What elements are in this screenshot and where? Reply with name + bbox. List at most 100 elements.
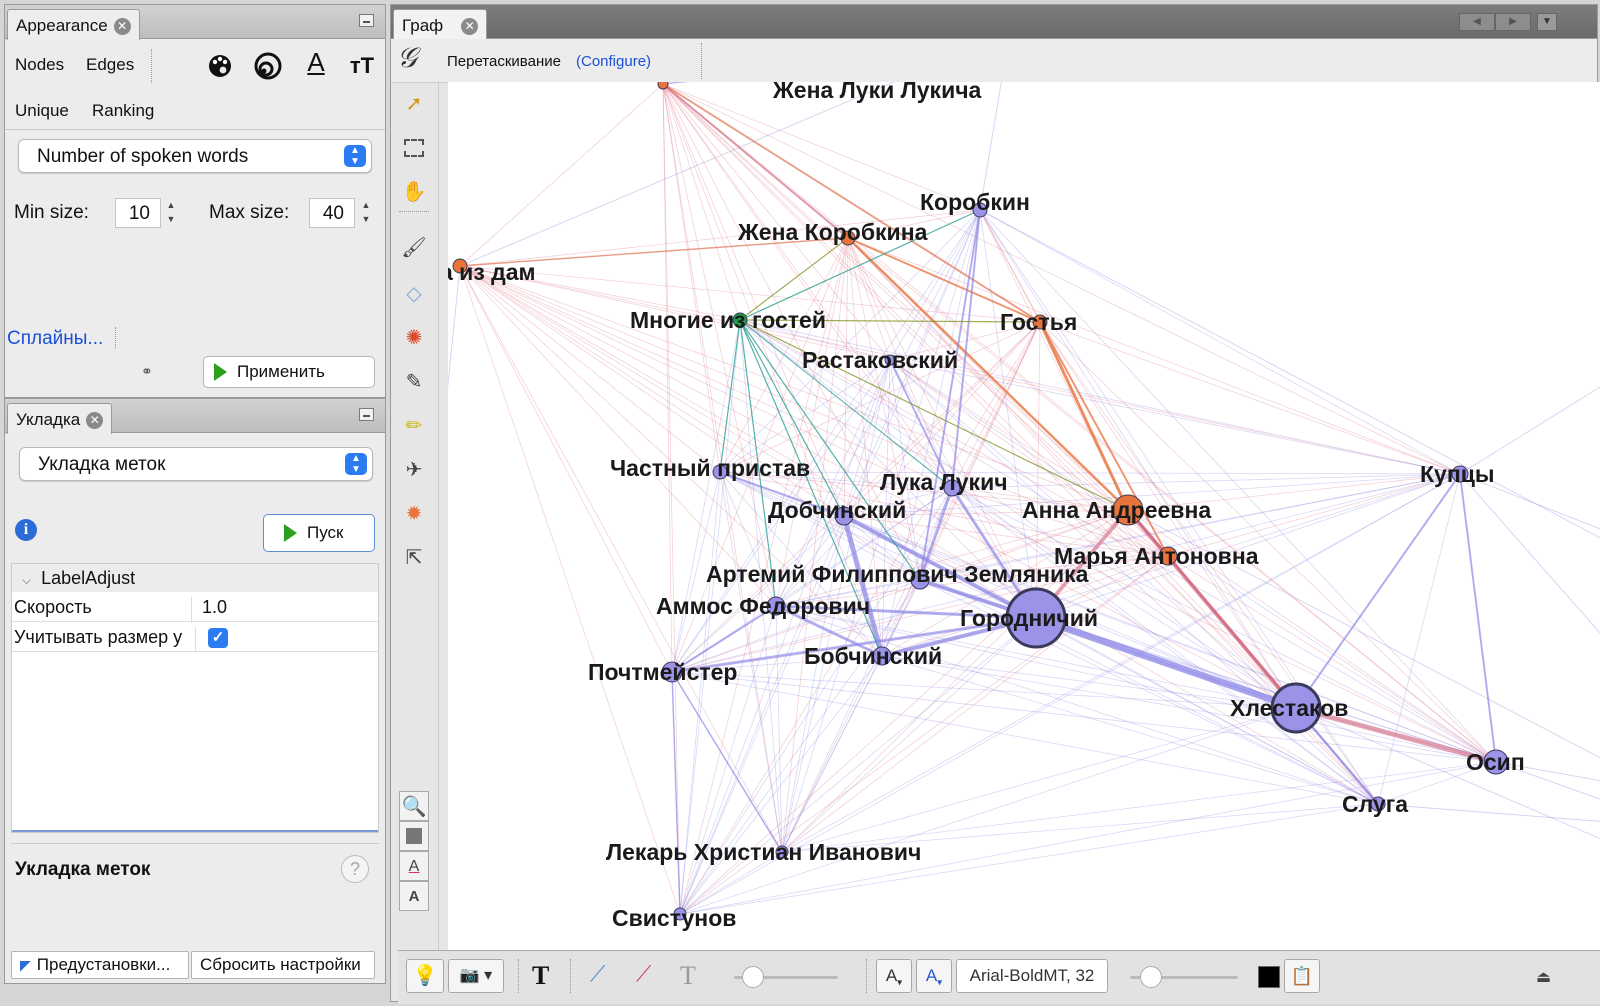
tool-name: Перетаскивание [447, 53, 561, 70]
chain-icon[interactable]: ⚭ [141, 363, 153, 380]
subtab-edges[interactable]: Edges [86, 55, 134, 75]
font-select[interactable]: Arial-BoldMT, 32 [956, 959, 1108, 993]
scroll-left-button[interactable]: ◀ [1459, 13, 1495, 31]
presets-button[interactable]: ◤ Предустановки... [11, 951, 189, 979]
graph-toolbar: 𝒢 Перетаскивание (Configure) [391, 39, 1597, 83]
graph-bottom-toolbar: 💡 📷 ▾ T ⟋ ⟋ T A▾ A▾ Arial-BoldMT, 32 📋 ⏏ [398, 950, 1600, 1004]
chevron-updown-icon: ▲ ▼ [344, 145, 366, 167]
graph-edge [1295, 707, 1600, 840]
label-scale-slider[interactable] [1130, 966, 1238, 988]
layout-algorithm-value: Укладка меток [38, 454, 166, 475]
hand-drag-icon[interactable]: ✋ [399, 177, 429, 207]
slider-thumb[interactable] [1140, 966, 1162, 988]
background-color-icon[interactable] [399, 821, 429, 851]
ruler-pencil-icon[interactable]: ✏ [399, 411, 429, 441]
font-size-icon[interactable]: A▾ [876, 959, 912, 993]
size-icon[interactable] [253, 51, 283, 81]
screenshot-icon[interactable]: 📷 ▾ [448, 959, 504, 993]
node-label: Хлестаков [1230, 695, 1348, 721]
splines-link[interactable]: Сплайны... [7, 328, 103, 350]
adjust-size-checkbox[interactable]: ✓ [208, 628, 228, 648]
label-color-swatch[interactable] [1258, 966, 1280, 988]
lightbulb-icon[interactable]: 💡 [406, 959, 444, 993]
tab-layout[interactable]: Укладка ✕ [7, 403, 113, 434]
graph-edge [662, 83, 1461, 475]
min-size-label: Min size: [14, 202, 89, 223]
graph-canvas[interactable]: Жена Луки Лукича а из дам Жена Коробкина Ко… [448, 82, 1600, 950]
graph-node[interactable] [657, 82, 669, 90]
pencil-icon[interactable]: ✎ [399, 367, 429, 397]
node-label: Купцы [1420, 461, 1495, 487]
properties-section: ⌵ LabelAdjust Скорость 1.0 Учитывать разм… [11, 563, 379, 833]
graph-edge [448, 265, 461, 389]
node-label: Артемий Филиппович Земляника [706, 561, 1089, 587]
close-icon[interactable]: ✕ [86, 412, 104, 429]
min-size-stepper[interactable]: ▲ ▼ [164, 198, 178, 228]
slider-thumb[interactable] [742, 966, 764, 988]
layout-algorithm-select[interactable]: Укладка меток ▲ ▼ [19, 447, 373, 481]
node-label: Жена Коробкина [737, 219, 928, 245]
play-icon [214, 363, 227, 381]
edge-scale-slider[interactable] [734, 966, 838, 988]
attribute-select[interactable]: Number of spoken words ▲ ▼ [18, 139, 372, 173]
apply-button[interactable]: Применить [203, 356, 375, 388]
speed-input[interactable]: 1.0 [202, 597, 227, 618]
layout-tabbar: Укладка ✕ [5, 399, 385, 434]
subtab-nodes[interactable]: Nodes [15, 55, 64, 75]
run-button-label: Пуск [307, 523, 344, 542]
configure-link[interactable]: (Configure) [576, 53, 651, 70]
tab-graph[interactable]: Граф ✕ [393, 9, 488, 40]
reset-button[interactable]: Сбросить настройки [191, 951, 375, 979]
network-graph[interactable]: Жена Луки Лукича а из дам Жена Коробкина Ко… [448, 82, 1600, 950]
brush-icon[interactable]: 🖌 [399, 233, 429, 263]
color-wheel-icon[interactable]: ✺ [399, 323, 429, 353]
max-size-stepper[interactable]: ▲ ▼ [359, 198, 373, 228]
edge-line-icon[interactable]: ⟋ [590, 961, 605, 987]
label-size-icon[interactable]: тT [347, 53, 377, 83]
label-size-icon[interactable]: A [399, 881, 429, 911]
edge-label-icon[interactable]: T [680, 961, 696, 991]
run-button[interactable]: Пуск [263, 514, 375, 552]
minimize-icon[interactable] [359, 14, 374, 27]
label-color-icon[interactable]: A [301, 47, 331, 81]
clipboard-icon[interactable]: 📋 [1284, 959, 1320, 993]
pointer-help-icon[interactable]: ⇱ [399, 543, 429, 573]
layout-panel: Укладка ✕ Укладка меток ▲ ▼ i Пуск ⌵ LabelA… [4, 398, 386, 984]
edge-color-icon[interactable]: ⟋ [636, 961, 651, 987]
mode-tab-ranking[interactable]: Ranking [92, 101, 154, 121]
color-palette-icon[interactable] [205, 51, 235, 81]
min-size-input[interactable]: 10 [115, 198, 161, 228]
close-icon[interactable]: ✕ [461, 18, 479, 35]
graph-edge [662, 83, 673, 673]
max-size-input[interactable]: 40 [309, 198, 355, 228]
sun-icon[interactable]: ✹ [399, 499, 429, 529]
diamond-icon[interactable]: ◇ [399, 279, 429, 309]
section-header-label: LabelAdjust [41, 568, 136, 588]
graph-edge [781, 707, 1297, 853]
label-color-icon[interactable]: A [399, 851, 429, 881]
eject-icon[interactable]: ⏏ [1536, 967, 1551, 987]
mode-tab-unique[interactable]: Unique [15, 101, 69, 121]
graph-edge [671, 671, 1497, 763]
menu-dropdown-button[interactable]: ▼ [1537, 13, 1557, 31]
zoom-fit-icon[interactable]: 🔍 [399, 791, 429, 821]
tool-strip: ➚ ✋ 🖌 ◇ ✺ ✎ ✏ ✈ ✹ ⇱ 🔍 A A [391, 83, 439, 951]
pointer-tool-icon[interactable]: ➚ [399, 89, 429, 119]
font-color-icon[interactable]: A▾ [916, 959, 952, 993]
tab-appearance[interactable]: Appearance ✕ [7, 9, 140, 40]
node-label: Аммос Федорович [656, 593, 870, 619]
minimize-icon[interactable] [359, 408, 374, 421]
divider [518, 959, 519, 993]
close-icon[interactable]: ✕ [113, 18, 131, 35]
help-icon[interactable]: ? [341, 855, 369, 883]
airplane-icon[interactable]: ✈ [399, 455, 429, 485]
info-icon[interactable]: i [15, 519, 37, 541]
graph-edge [719, 321, 1041, 473]
appearance-panel: Appearance ✕ Nodes Edges A тT Unique Rank… [4, 4, 386, 398]
max-size-label: Max size: [209, 202, 290, 223]
prop-name: Скорость [14, 597, 192, 623]
scroll-right-button[interactable]: ▶ [1495, 13, 1531, 31]
section-header[interactable]: ⌵ LabelAdjust [12, 564, 378, 592]
rectangle-select-icon[interactable] [399, 133, 429, 163]
show-labels-icon[interactable]: T [532, 961, 549, 991]
